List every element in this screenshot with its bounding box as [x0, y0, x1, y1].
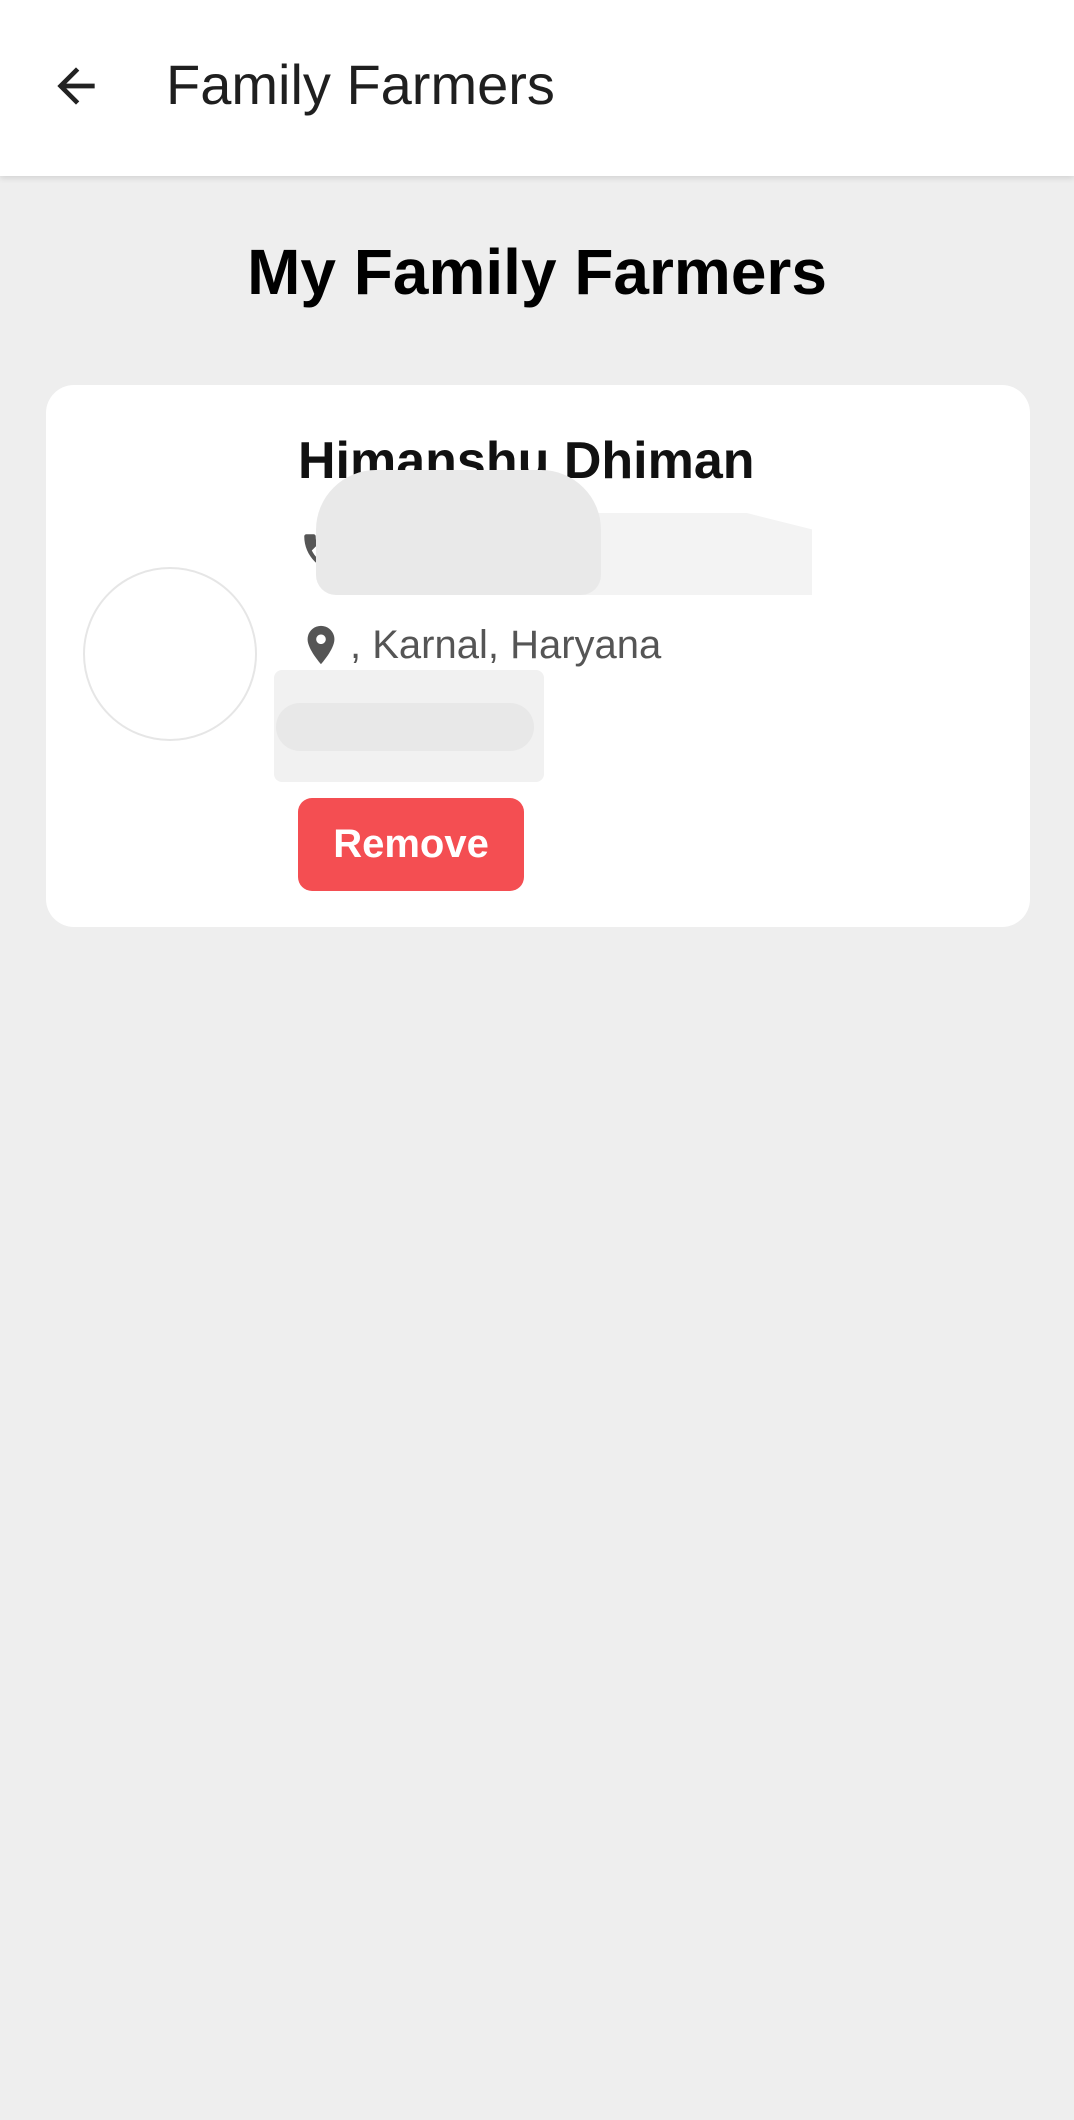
- location-pin-icon: [307, 625, 335, 665]
- app-title: Family Farmers: [166, 53, 555, 116]
- location-text: , Karnal, Haryana: [350, 622, 662, 667]
- app-bar: Family Farmers: [0, 0, 1074, 176]
- location-row: , Karnal, Haryana: [298, 615, 661, 675]
- back-button[interactable]: [40, 50, 112, 122]
- remove-button[interactable]: Remove: [298, 798, 524, 891]
- redacted-region: [316, 470, 601, 595]
- redacted-region: [276, 703, 534, 751]
- page-heading: My Family Farmers: [247, 236, 827, 308]
- arrow-left-icon: [57, 67, 95, 105]
- avatar: [83, 567, 257, 741]
- farmer-card: Himanshu Dhiman , Karnal, Haryana Remove: [46, 385, 1030, 927]
